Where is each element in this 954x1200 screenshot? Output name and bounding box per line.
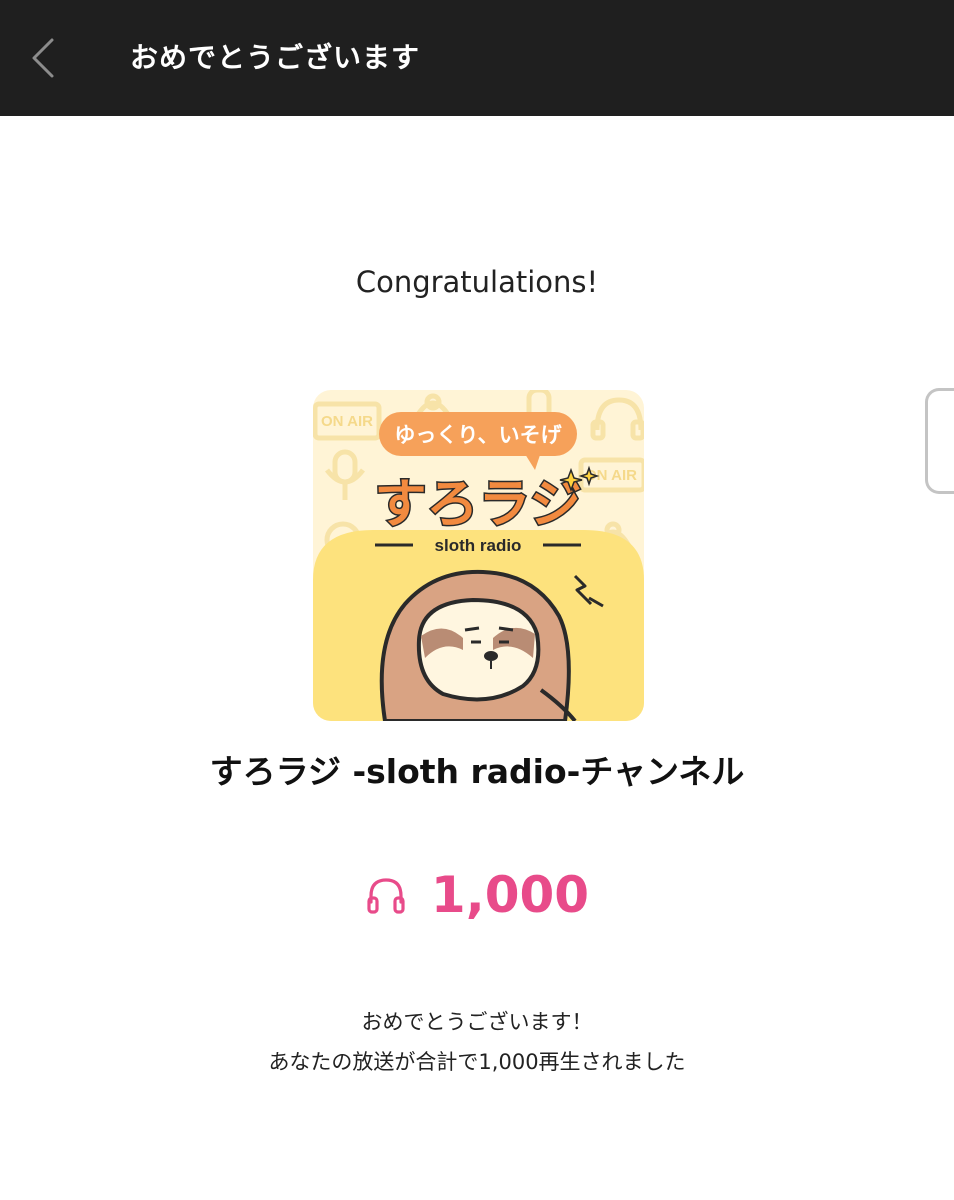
edge-panel-handle[interactable] <box>925 388 954 494</box>
artwork-logo-subtitle: sloth radio <box>435 536 522 555</box>
top-app-bar: おめでとうございます <box>0 0 954 116</box>
channel-name: すろラジ -sloth radio-チャンネル <box>209 752 745 791</box>
message-line-1: おめでとうございます！ <box>361 1010 593 1034</box>
artwork-logo-text: すろラジ <box>375 476 582 534</box>
channel-artwork: ON AIR ON AIR ゆっくり、いそげ すろラジ sloth radio <box>313 390 644 721</box>
congratulations-heading: Congratulations! <box>355 265 599 299</box>
back-button[interactable] <box>22 32 70 84</box>
on-air-text: ON AIR <box>321 413 373 430</box>
artwork-bubble-text: ゆっくり、いそげ <box>394 424 562 447</box>
headphones-icon <box>367 878 405 914</box>
congratulations-message: おめでとうございます！ あなたの放送が合計で1,000再生されました <box>0 1002 954 1082</box>
play-count: 1,000 <box>0 864 954 926</box>
page-title: おめでとうございます <box>130 41 421 74</box>
message-line-2: あなたの放送が合計で1,000再生されました <box>268 1050 686 1074</box>
play-count-value: 1,000 <box>430 866 590 924</box>
channel-artwork-image: ON AIR ON AIR ゆっくり、いそげ すろラジ sloth radio <box>313 390 644 721</box>
chevron-left-icon <box>32 38 54 78</box>
main-content: Congratulations! ON AIR ON AIR ゆっくり、いそげ … <box>0 116 954 1200</box>
